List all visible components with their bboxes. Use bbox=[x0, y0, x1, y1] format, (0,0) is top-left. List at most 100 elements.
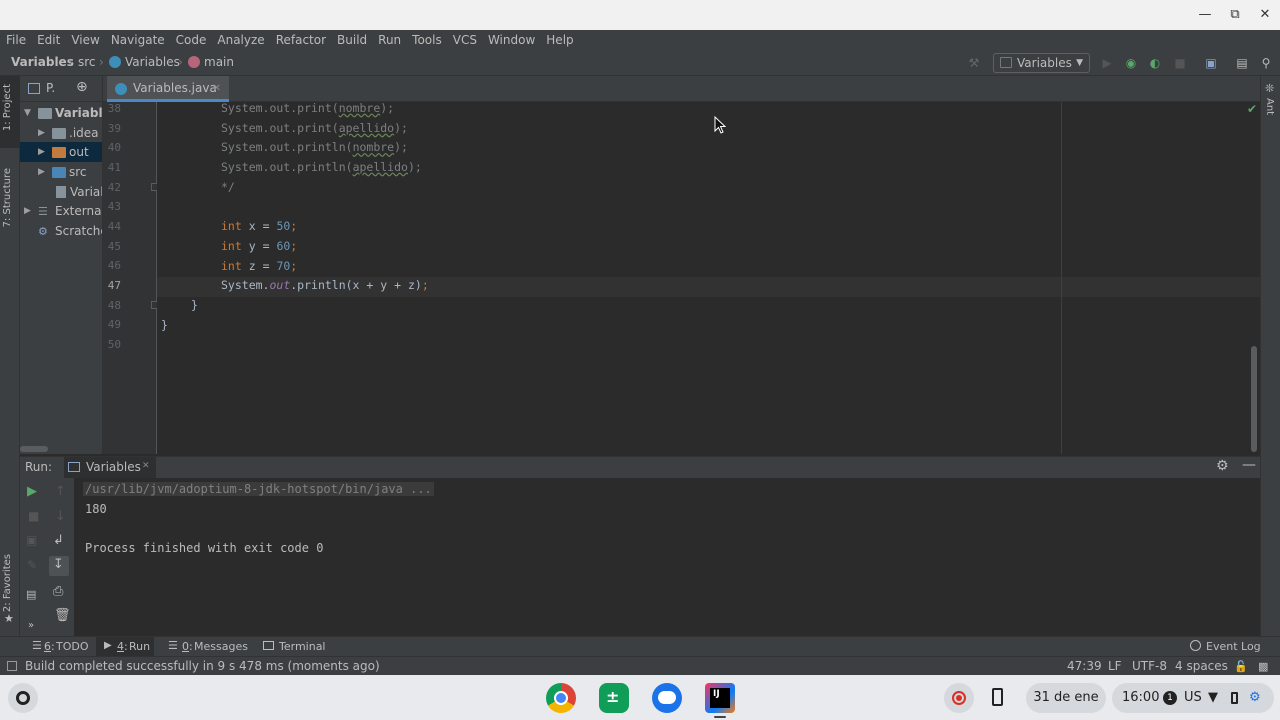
project-horizontal-scrollbar[interactable] bbox=[20, 446, 48, 452]
memory-indicator-icon[interactable]: ▩ bbox=[1258, 660, 1268, 673]
breadcrumb-method[interactable]: main bbox=[204, 55, 234, 69]
up-arrow-icon[interactable]: ↑ bbox=[55, 484, 66, 499]
breadcrumb-folder[interactable]: src bbox=[78, 55, 96, 69]
menu-run[interactable]: Run bbox=[378, 33, 401, 47]
menu-view[interactable]: View bbox=[71, 33, 99, 47]
window-layout-icon[interactable]: ▤ bbox=[1234, 55, 1250, 71]
editor-vertical-scrollbar[interactable] bbox=[1251, 346, 1257, 452]
tree-item-iml-file[interactable]: Varial bbox=[56, 182, 102, 202]
hide-panel-icon[interactable]: — bbox=[1242, 457, 1256, 473]
run-tab-close-icon[interactable]: ✕ bbox=[142, 461, 150, 471]
coverage-icon[interactable]: ◐ bbox=[1147, 55, 1163, 71]
console-command-line[interactable]: /usr/lib/jvm/adoptium-8-jdk-hotspot/bin/… bbox=[83, 482, 434, 496]
run-tab-variables[interactable]: Variables ✕ bbox=[64, 457, 156, 479]
pin-icon[interactable]: ✎ bbox=[27, 558, 37, 572]
breadcrumb-project[interactable]: Variables bbox=[11, 55, 74, 69]
event-log-button[interactable]: Event Log bbox=[1206, 640, 1261, 653]
menu-help[interactable]: Help bbox=[546, 33, 573, 47]
system-tray[interactable]: 16:00 1 US ▼ ⚙ bbox=[1112, 683, 1274, 713]
hammer-icon[interactable]: ⚒ bbox=[966, 55, 982, 71]
menu-analyze[interactable]: Analyze bbox=[217, 33, 264, 47]
debug-icon[interactable]: ◉ bbox=[1123, 55, 1139, 71]
favorites-tool-label[interactable]: 2: Favorites bbox=[2, 554, 13, 612]
print-icon[interactable]: ⎙ bbox=[53, 584, 63, 599]
phone-hub-icon[interactable] bbox=[992, 688, 1003, 706]
launcher-button[interactable] bbox=[8, 683, 38, 713]
indent-setting[interactable]: 4 spaces bbox=[1175, 659, 1228, 673]
trash-icon[interactable]: 🗑 bbox=[54, 608, 71, 623]
project-tool-label: 1: Project bbox=[2, 84, 13, 132]
menu-file[interactable]: File bbox=[6, 33, 26, 47]
structure-tool-label[interactable]: 7: Structure bbox=[2, 168, 13, 227]
tree-item-src[interactable]: ▶ src bbox=[38, 162, 87, 182]
menu-code[interactable]: Code bbox=[176, 33, 207, 47]
down-arrow-icon[interactable]: ↓ bbox=[55, 509, 66, 524]
menu-vcs[interactable]: VCS bbox=[453, 33, 477, 47]
active-app-indicator bbox=[714, 716, 726, 718]
messages-app-icon[interactable] bbox=[652, 683, 682, 713]
method-icon bbox=[188, 56, 200, 68]
mouse-cursor-icon bbox=[714, 116, 726, 134]
menu-edit[interactable]: Edit bbox=[37, 33, 60, 47]
menu-refactor[interactable]: Refactor bbox=[276, 33, 326, 47]
caret-position[interactable]: 47:39 bbox=[1067, 659, 1102, 673]
code-editor[interactable]: System.out.print(nombre); System.out.pri… bbox=[157, 102, 1260, 454]
module-folder-icon bbox=[38, 107, 52, 119]
run-icon: ▶ bbox=[104, 640, 112, 651]
minimize-icon[interactable]: — bbox=[1195, 5, 1215, 25]
code-line-38: System.out.print(nombre); bbox=[221, 102, 395, 115]
line-number: 39 bbox=[107, 122, 121, 135]
close-icon[interactable]: ✕ bbox=[1255, 5, 1275, 25]
tool-tab-run[interactable]: ▶ 4 : Run bbox=[96, 637, 154, 657]
menu-window[interactable]: Window bbox=[488, 33, 535, 47]
tab-close-icon[interactable]: ✕ bbox=[213, 76, 221, 101]
chrome-app-icon[interactable] bbox=[546, 683, 576, 713]
camera-icon[interactable]: ▣ bbox=[26, 533, 37, 547]
stop-icon[interactable]: ■ bbox=[28, 509, 39, 523]
status-toggle-icon[interactable] bbox=[7, 661, 17, 671]
tree-item-idea[interactable]: ▶ .idea bbox=[38, 123, 99, 143]
ant-tool-label[interactable]: Ant bbox=[1264, 98, 1275, 115]
run-icon[interactable]: ▶ bbox=[1099, 55, 1115, 71]
line-separator[interactable]: LF bbox=[1108, 659, 1122, 673]
calendar-date-button[interactable]: 31 de ene bbox=[1026, 683, 1106, 713]
maximize-icon[interactable]: ⧉ bbox=[1225, 5, 1245, 25]
tab-label: Variables.java bbox=[133, 81, 217, 95]
accessibility-icon: ⚙ bbox=[1249, 690, 1261, 705]
code-line-41: System.out.println(apellido); bbox=[221, 160, 422, 175]
unlock-icon[interactable]: 🔓 bbox=[1234, 660, 1248, 673]
search-icon[interactable]: ⚲ bbox=[1258, 55, 1274, 71]
tree-item-project-root[interactable]: ▼ Variable bbox=[24, 103, 102, 123]
rerun-icon[interactable]: ▶ bbox=[27, 484, 37, 499]
scroll-to-end-button[interactable]: ↧ bbox=[49, 556, 69, 576]
file-encoding[interactable]: UTF-8 bbox=[1132, 659, 1167, 673]
project-view-selector[interactable]: P. bbox=[46, 81, 55, 95]
more-icon[interactable]: » bbox=[28, 620, 34, 631]
run-console[interactable]: /usr/lib/jvm/adoptium-8-jdk-hotspot/bin/… bbox=[74, 478, 1260, 636]
calculator-app-icon[interactable]: ± bbox=[599, 683, 629, 713]
left-tool-strip: 1: Project 7: Structure 2: Favorites ★ bbox=[0, 76, 20, 636]
breadcrumb-class[interactable]: Variables bbox=[125, 55, 180, 69]
soft-wrap-icon[interactable]: ↲ bbox=[53, 533, 64, 548]
no-problems-check-icon[interactable]: ✔ bbox=[1247, 102, 1257, 116]
menu-tools[interactable]: Tools bbox=[412, 33, 442, 47]
tree-item-external-libraries[interactable]: ▶ ☰ External bbox=[24, 201, 102, 221]
stop-icon[interactable]: ■ bbox=[1172, 55, 1188, 71]
status-message[interactable]: Build completed successfully in 9 s 478 … bbox=[25, 659, 380, 673]
intellij-app-icon[interactable]: IJ bbox=[705, 683, 735, 713]
tree-item-scratches[interactable]: ⚙ Scratche bbox=[38, 221, 102, 241]
screen-record-button[interactable] bbox=[944, 683, 974, 713]
run-configuration-dropdown[interactable]: Variables ▼ bbox=[993, 53, 1090, 73]
project-structure-icon[interactable]: ▣ bbox=[1203, 55, 1219, 71]
tab-variables-java[interactable]: Variables.java ✕ bbox=[107, 76, 229, 102]
project-tool-window-button[interactable]: 1: Project bbox=[0, 76, 20, 148]
list-icon: ☰ bbox=[32, 639, 42, 652]
menu-build[interactable]: Build bbox=[337, 33, 367, 47]
breadcrumb-separator-icon: › bbox=[99, 55, 104, 69]
class-icon bbox=[109, 56, 121, 68]
tree-item-out[interactable]: ▶ out bbox=[20, 142, 102, 162]
layout-icon[interactable]: ▤ bbox=[26, 588, 36, 601]
menu-navigate[interactable]: Navigate bbox=[111, 33, 165, 47]
settings-gear-icon[interactable]: ⚙ bbox=[1216, 458, 1229, 474]
locate-icon[interactable]: ⊕ bbox=[76, 79, 88, 95]
